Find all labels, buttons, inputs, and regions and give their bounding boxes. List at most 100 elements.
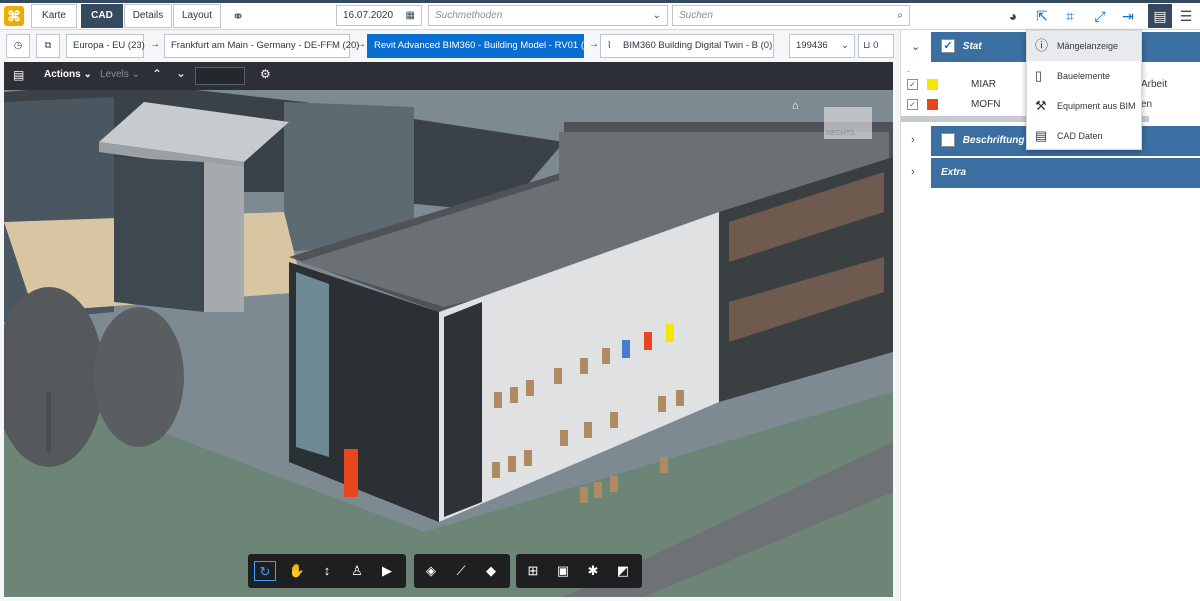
walk-icon[interactable]: ♙ <box>346 561 368 581</box>
building-3d-model[interactable] <box>4 62 893 597</box>
tab-layout[interactable]: Layout <box>173 4 221 28</box>
app-logo[interactable]: ⌘ <box>4 6 24 26</box>
measure-icon[interactable]: ⟋ <box>450 561 472 581</box>
frame-icon[interactable]: ⌗ <box>1060 6 1080 26</box>
breadcrumb-building-model[interactable]: Revit Advanced BIM360 - Building Model -… <box>367 34 592 58</box>
date-field[interactable]: 16.07.2020 ▦ <box>336 5 422 26</box>
home-view-icon[interactable]: ⌂ <box>792 100 799 112</box>
chevron-down-icon: ⌄ <box>841 40 849 51</box>
viewer-toolbar: ▤ Actions ⌄ Levels ⌄ ⌃ ⌄ ⚙ <box>4 62 893 90</box>
legend-swatch <box>927 99 938 110</box>
search-placeholder: Suchen <box>679 10 713 21</box>
level-down-icon[interactable]: ⌄ <box>176 66 186 80</box>
arrow-right-icon: → <box>150 39 160 50</box>
levels-dropdown[interactable]: Levels ⌄ <box>100 69 140 80</box>
menu-item-bauelemente[interactable]: ▯ Bauelemente <box>1027 61 1141 91</box>
menu-item-equipment[interactable]: ⚒ Equipment aus BIM <box>1027 91 1141 121</box>
menu-item-cad-daten[interactable]: ▤ CAD Daten <box>1027 121 1141 151</box>
date-value: 16.07.2020 <box>343 10 394 21</box>
orbit-icon[interactable]: ↻ <box>254 561 276 581</box>
structure-icon[interactable]: ⊞ <box>522 561 544 581</box>
menu-icon[interactable]: ☰ <box>1176 6 1196 26</box>
share-dropdown-menu: ⓘ Mängelanzeige ▯ Bauelemente ⚒ Equipmen… <box>1026 30 1142 150</box>
id-select[interactable]: 199436 ⌄ <box>789 34 855 58</box>
chevron-down-icon[interactable]: ⌄ <box>911 40 920 53</box>
model-tools: ◈ ⟋ ◆ <box>414 554 510 588</box>
legend-swatch <box>927 79 938 90</box>
menu-item-label: Mängelanzeige <box>1057 41 1119 51</box>
chevron-right-icon[interactable]: › <box>911 166 915 178</box>
levels-label: Levels <box>100 69 129 80</box>
breadcrumb-digital-twin-label: BIM360 Building Digital Twin - B (0) <box>623 40 773 51</box>
view-tools: ⊞ ▣ ✱ ◩ <box>516 554 642 588</box>
attachment-icon: ⌇ <box>607 40 612 51</box>
extra-header: Extra <box>931 158 1200 188</box>
legend-code: MIAR <box>971 79 996 90</box>
export-icon[interactable]: ⇥ <box>1118 6 1138 26</box>
binoculars-icon[interactable]: ⚭ <box>228 6 248 26</box>
menu-item-maengelanzeige[interactable]: ⓘ Mängelanzeige <box>1027 31 1141 61</box>
chevron-down-icon[interactable]: ⌄ <box>653 6 661 25</box>
camera-icon[interactable]: ▶ <box>376 561 398 581</box>
properties-icon[interactable]: ▣ <box>552 561 574 581</box>
cart-icon: ⊔ <box>863 40 871 51</box>
level-up-icon[interactable]: ⌃ <box>152 67 162 81</box>
tab-details[interactable]: Details <box>124 4 172 28</box>
pan-icon[interactable]: ✋ <box>286 561 308 581</box>
legend-code: MOFN <box>971 99 1001 110</box>
pie-chart-icon[interactable]: ◕ <box>1003 6 1023 26</box>
alert-icon: ⓘ <box>1035 38 1049 53</box>
breadcrumb-europe[interactable]: Europa - EU (23) <box>66 34 145 58</box>
actions-label: Actions <box>44 69 81 80</box>
breadcrumb: ◷ ⧉ Europa - EU (23) → Frankfurt am Main… <box>0 30 900 62</box>
stat-label: Stat <box>962 41 982 52</box>
component-icon: ▯ <box>1035 68 1043 83</box>
search-method-select[interactable]: Suchmethoden ⌄ <box>428 5 668 26</box>
legend-checkbox[interactable]: ✓ <box>907 99 918 110</box>
menu-item-label: Bauelemente <box>1057 71 1111 81</box>
legend-suffix: Arbeit <box>1141 79 1168 90</box>
arrow-right-icon: → <box>589 39 599 50</box>
legend-checkbox[interactable]: ✓ <box>907 79 918 90</box>
tab-cad[interactable]: CAD <box>81 4 123 28</box>
fullscreen-icon[interactable]: ⤢ <box>1090 6 1110 26</box>
id-value: 199436 <box>796 40 828 51</box>
section-icon[interactable]: ◆ <box>480 561 502 581</box>
zoom-icon[interactable]: ↕ <box>316 561 338 581</box>
panel-toggle-icon[interactable]: ▤ <box>1148 4 1172 28</box>
model-browser-icon[interactable]: ▤ <box>13 68 24 82</box>
home-icon[interactable]: ⧉ <box>36 34 60 58</box>
tab-karte[interactable]: Karte <box>31 4 77 28</box>
breadcrumb-digital-twin[interactable]: ⌇ BIM360 Building Digital Twin - B (0) <box>600 34 774 58</box>
chevron-right-icon[interactable]: › <box>911 134 915 146</box>
calendar-icon[interactable]: ▦ <box>406 6 415 25</box>
share-icon[interactable]: ⇱ <box>1032 6 1052 26</box>
legend-suffix: en <box>1141 99 1153 110</box>
level-input[interactable] <box>195 67 245 85</box>
beschriftung-checkbox[interactable] <box>941 133 955 148</box>
explode-icon[interactable]: ◈ <box>420 561 442 581</box>
gear-icon[interactable]: ✱ <box>582 561 604 581</box>
history-icon[interactable]: ◷ <box>6 34 30 58</box>
nav-cube[interactable]: RECHTS <box>826 130 855 137</box>
breadcrumb-frankfurt[interactable]: Frankfurt am Main - Germany - DE-FFM (20… <box>164 34 359 58</box>
stat-checkbox[interactable]: ✓ <box>941 39 955 54</box>
menu-item-label: CAD Daten <box>1057 131 1103 141</box>
tools-icon: ⚒ <box>1035 98 1047 113</box>
menu-item-label: Equipment aus BIM <box>1057 101 1136 111</box>
cart-button[interactable]: ⊔ 0 <box>858 34 894 58</box>
settings-icon[interactable]: ⚙ <box>260 67 271 81</box>
search-method-placeholder: Suchmethoden <box>435 10 503 21</box>
actions-dropdown[interactable]: Actions ⌄ <box>44 69 92 80</box>
beschriftung-label: Beschriftung <box>962 135 1025 146</box>
extra-label: Extra <box>941 167 967 178</box>
fullscreen-icon[interactable]: ◩ <box>612 561 634 581</box>
cad-viewer[interactable]: RECHTS ⌂ ▤ Actions ⌄ Levels ⌄ ⌃ ⌄ ⚙ ↻ ✋ … <box>4 62 893 597</box>
top-toolbar: ⌘ Karte CAD Details Layout ⚭ 16.07.2020 … <box>0 0 1200 30</box>
search-input[interactable]: Suchen ⌕ <box>672 5 910 26</box>
legend-dash: - <box>907 66 910 76</box>
extra-section-header[interactable]: › Extra <box>901 158 1200 188</box>
document-icon: ▤ <box>1035 128 1048 143</box>
search-icon[interactable]: ⌕ <box>897 6 903 25</box>
navigation-tools: ↻ ✋ ↕ ♙ ▶ <box>248 554 406 588</box>
